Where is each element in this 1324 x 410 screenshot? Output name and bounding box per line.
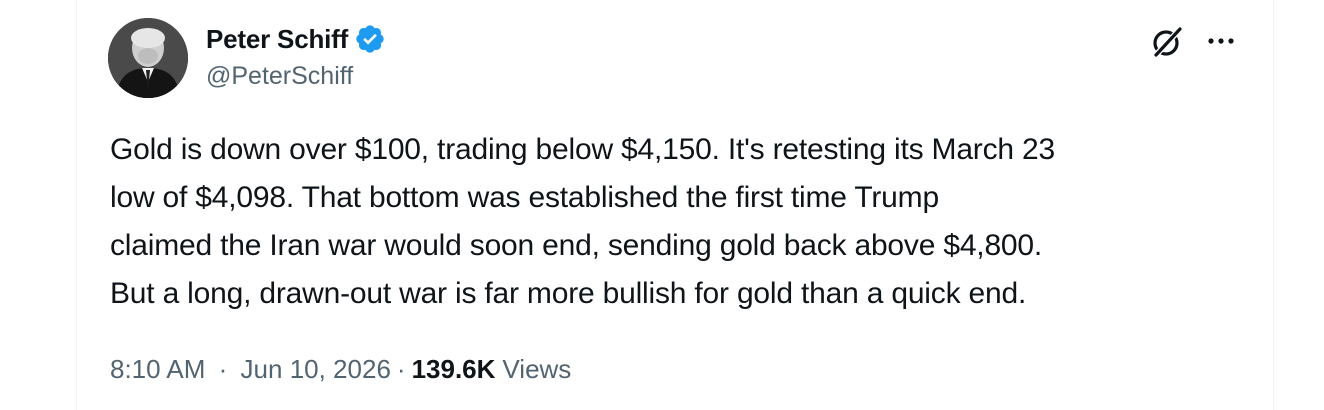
tweet-text-line: Gold is down over $100, trading below $4… <box>110 133 1055 166</box>
views-link[interactable]: 139.6K Views <box>412 354 572 385</box>
tweet-meta: 8:10 AM · Jun 10, 2026 · 139.6K Views <box>110 350 571 388</box>
tweet-date: Jun 10, 2026 <box>240 353 391 384</box>
views-count: 139.6K <box>411 353 496 384</box>
author-name-row: Peter Schiff <box>206 20 386 58</box>
tweet-text-line: But a long, drawn-out war is far more bu… <box>110 277 1027 310</box>
meta-separator: · <box>396 353 406 384</box>
grok-icon[interactable] <box>1147 22 1187 62</box>
tweet-time: 8:10 AM <box>110 353 206 384</box>
author-display-name[interactable]: Peter Schiff <box>206 24 348 55</box>
profile-photo-icon <box>108 18 188 98</box>
author-handle[interactable]: @PeterSchiff <box>206 62 353 91</box>
meta-separator: · <box>218 353 228 384</box>
page: Peter Schiff @PeterSchiff Gold is down o… <box>0 0 1324 410</box>
tweet-text: Gold is down over $100, trading below $4… <box>110 126 1250 318</box>
views-label: Views <box>502 353 572 384</box>
more-options-icon[interactable] <box>1203 26 1239 56</box>
tweet-text-line: low of $4,098. That bottom was establish… <box>110 181 939 214</box>
avatar[interactable] <box>108 18 188 98</box>
verified-badge-icon <box>356 25 384 53</box>
tweet-timestamp-link[interactable]: 8:10 AM · Jun 10, 2026 <box>110 354 391 385</box>
tweet-text-line: claimed the Iran war would soon end, sen… <box>110 229 1043 262</box>
